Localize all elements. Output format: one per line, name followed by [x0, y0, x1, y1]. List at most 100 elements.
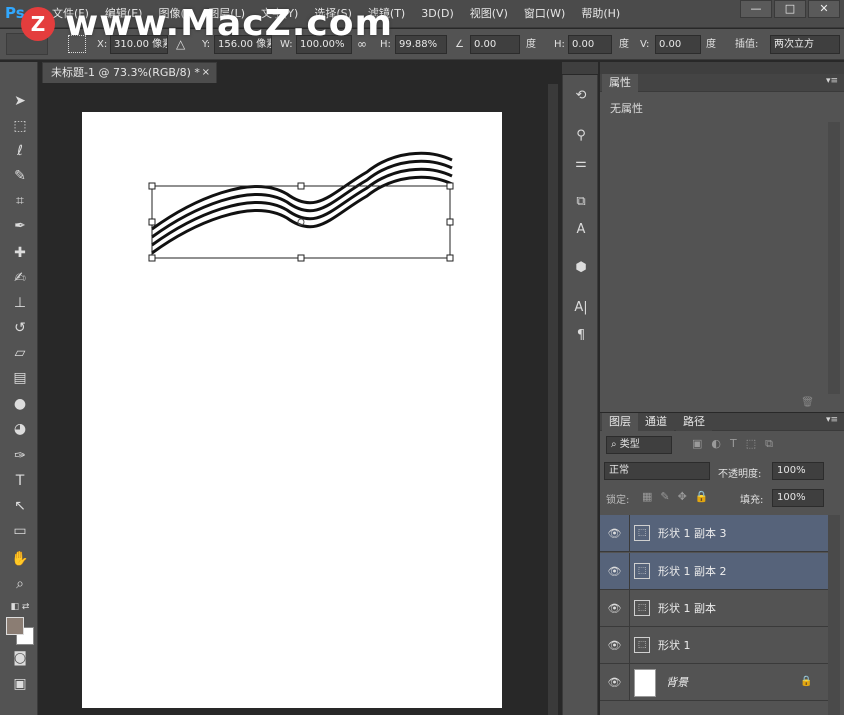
document-canvas[interactable]: [82, 112, 502, 708]
maximize-button[interactable]: □: [774, 0, 806, 18]
layer-filter-icons[interactable]: ▣◐T⬚⧉: [692, 437, 782, 451]
eye-icon[interactable]: 👁: [600, 627, 630, 664]
dodge-tool-icon[interactable]: ◕: [8, 418, 32, 440]
vskew-field[interactable]: 0.00: [655, 35, 701, 54]
opacity-field[interactable]: 100%: [772, 462, 824, 480]
menu-image[interactable]: 图像(I): [150, 0, 200, 28]
hskew-field[interactable]: 0.00: [568, 35, 612, 54]
lock-icons[interactable]: ▦✎✥🔒: [642, 490, 717, 503]
menu-file[interactable]: 文件(F): [44, 0, 97, 28]
hand-tool-icon[interactable]: ✋: [8, 548, 32, 570]
brush-presets-icon[interactable]: ⚲: [570, 125, 592, 147]
menu-layer[interactable]: 图层(L): [200, 0, 253, 28]
adjustments-icon[interactable]: ⚌: [570, 153, 592, 175]
w-field[interactable]: 100.00%: [296, 35, 352, 54]
h-field[interactable]: 99.88%: [395, 35, 447, 54]
fill-field[interactable]: 100%: [772, 489, 824, 507]
shape-tool-icon[interactable]: ▭: [8, 520, 32, 542]
menu-window[interactable]: 窗口(W): [516, 0, 573, 28]
layer-name: 形状 1 副本: [658, 602, 716, 615]
menu-select[interactable]: 选择(S): [306, 0, 360, 28]
shape-layer-icon: ⬚: [634, 600, 650, 616]
menu-help[interactable]: 帮助(H): [573, 0, 628, 28]
canvas-artwork[interactable]: [82, 112, 502, 708]
properties-scrollbar[interactable]: [828, 122, 840, 394]
default-colors-icon[interactable]: ◧ ⇄: [8, 596, 32, 618]
blend-mode-select[interactable]: 正常: [604, 462, 710, 480]
shape-layer-icon: ⬚: [634, 563, 650, 579]
menu-filter[interactable]: 滤镜(T): [360, 0, 413, 28]
tab-properties[interactable]: 属性: [602, 74, 638, 92]
close-tab-icon[interactable]: ×: [202, 63, 210, 83]
interpolation-select[interactable]: 两次立方: [770, 35, 840, 54]
relative-position-icon[interactable]: △: [176, 36, 185, 53]
menu-type[interactable]: 文字(Y): [253, 0, 306, 28]
blur-tool-icon[interactable]: ●: [8, 393, 32, 415]
quick-select-tool-icon[interactable]: ✎: [8, 165, 32, 187]
crop-tool-icon[interactable]: ⌗: [8, 190, 32, 212]
quick-mask-icon[interactable]: ◙: [8, 647, 32, 669]
canvas-vertical-scrollbar[interactable]: [548, 84, 558, 715]
tab-layers[interactable]: 图层: [602, 413, 638, 431]
layer-row[interactable]: 👁 ⬚ 形状 1 副本 3: [600, 515, 828, 552]
eye-icon[interactable]: 👁: [600, 664, 630, 701]
layer-row[interactable]: 👁 ⬚ 形状 1: [600, 627, 828, 664]
layer-filter-select[interactable]: ⌕ 类型: [606, 436, 672, 454]
marquee-tool-icon[interactable]: ⬚: [8, 115, 32, 137]
layers-scrollbar[interactable]: [828, 515, 840, 715]
zoom-tool-icon[interactable]: ⌕: [8, 573, 32, 595]
screen-mode-icon[interactable]: ▣: [8, 673, 32, 695]
y-field[interactable]: 156.00 像素: [214, 35, 272, 54]
lock-icon: 🔒: [800, 676, 813, 687]
angle-field[interactable]: 0.00: [470, 35, 520, 54]
transform-handle-tl: [148, 182, 156, 190]
tab-paths[interactable]: 路径: [676, 413, 712, 431]
history-brush-tool-icon[interactable]: ↺: [8, 317, 32, 339]
eye-icon[interactable]: 👁: [600, 590, 630, 627]
type-tool-icon[interactable]: T: [8, 470, 32, 492]
x-field[interactable]: 310.00 像素: [110, 35, 168, 54]
layer-row[interactable]: 👁 ⬚ 形状 1 副本 2: [600, 553, 828, 590]
gradient-tool-icon[interactable]: ▤: [8, 367, 32, 389]
fill-label: 填充:: [740, 495, 764, 506]
pen-tool-icon[interactable]: ✑: [8, 445, 32, 467]
layer-row[interactable]: 👁 背景 🔒: [600, 664, 828, 701]
hskew-unit: 度: [619, 39, 629, 50]
character-styles-icon[interactable]: A: [570, 219, 592, 241]
history-panel-icon[interactable]: ⟲: [570, 85, 592, 107]
stamp-tool-icon[interactable]: ⊥: [8, 292, 32, 314]
menu-view[interactable]: 视图(V): [462, 0, 516, 28]
tool-preset-picker[interactable]: [6, 33, 48, 55]
character-panel-icon[interactable]: A|: [570, 297, 592, 319]
vskew-label: V:: [640, 39, 650, 50]
move-tool-icon[interactable]: ➤: [8, 90, 32, 112]
document-tab[interactable]: 未标题-1 @ 73.3%(RGB/8) * ×: [42, 62, 217, 83]
eye-icon[interactable]: 👁: [600, 515, 630, 552]
ps-logo: Ps: [5, 4, 25, 22]
eraser-tool-icon[interactable]: ▱: [8, 342, 32, 364]
foreground-color-front[interactable]: [6, 617, 24, 635]
layers-menu-icon[interactable]: ▾≡: [826, 415, 838, 425]
path-select-tool-icon[interactable]: ↖: [8, 495, 32, 517]
close-button[interactable]: ✕: [808, 0, 840, 18]
clone-source-icon[interactable]: ⧉: [570, 191, 592, 213]
window-controls: — □ ✕: [738, 0, 840, 18]
brush-tool-icon[interactable]: ✍: [8, 267, 32, 289]
3d-panel-icon[interactable]: ⬢: [570, 257, 592, 279]
eyedropper-tool-icon[interactable]: ✒: [8, 215, 32, 237]
menu-3d[interactable]: 3D(D): [413, 0, 462, 28]
layer-row[interactable]: 👁 ⬚ 形状 1 副本: [600, 590, 828, 627]
minimize-button[interactable]: —: [740, 0, 772, 18]
menu-edit[interactable]: 编辑(E): [97, 0, 151, 28]
no-properties-text: 无属性: [610, 102, 643, 115]
panel-menu-icon[interactable]: ▾≡: [826, 76, 838, 86]
paragraph-panel-icon[interactable]: ¶: [570, 325, 592, 347]
trash-icon[interactable]: 🗑: [801, 397, 814, 408]
tab-channels[interactable]: 通道: [638, 413, 674, 431]
lasso-tool-icon[interactable]: ℓ: [8, 140, 32, 162]
reference-point-icon[interactable]: [68, 35, 86, 53]
link-icon[interactable]: ∞: [357, 36, 367, 53]
layer-name: 形状 1 副本 3: [658, 527, 727, 540]
healing-brush-tool-icon[interactable]: ✚: [8, 242, 32, 264]
eye-icon[interactable]: 👁: [600, 553, 630, 590]
